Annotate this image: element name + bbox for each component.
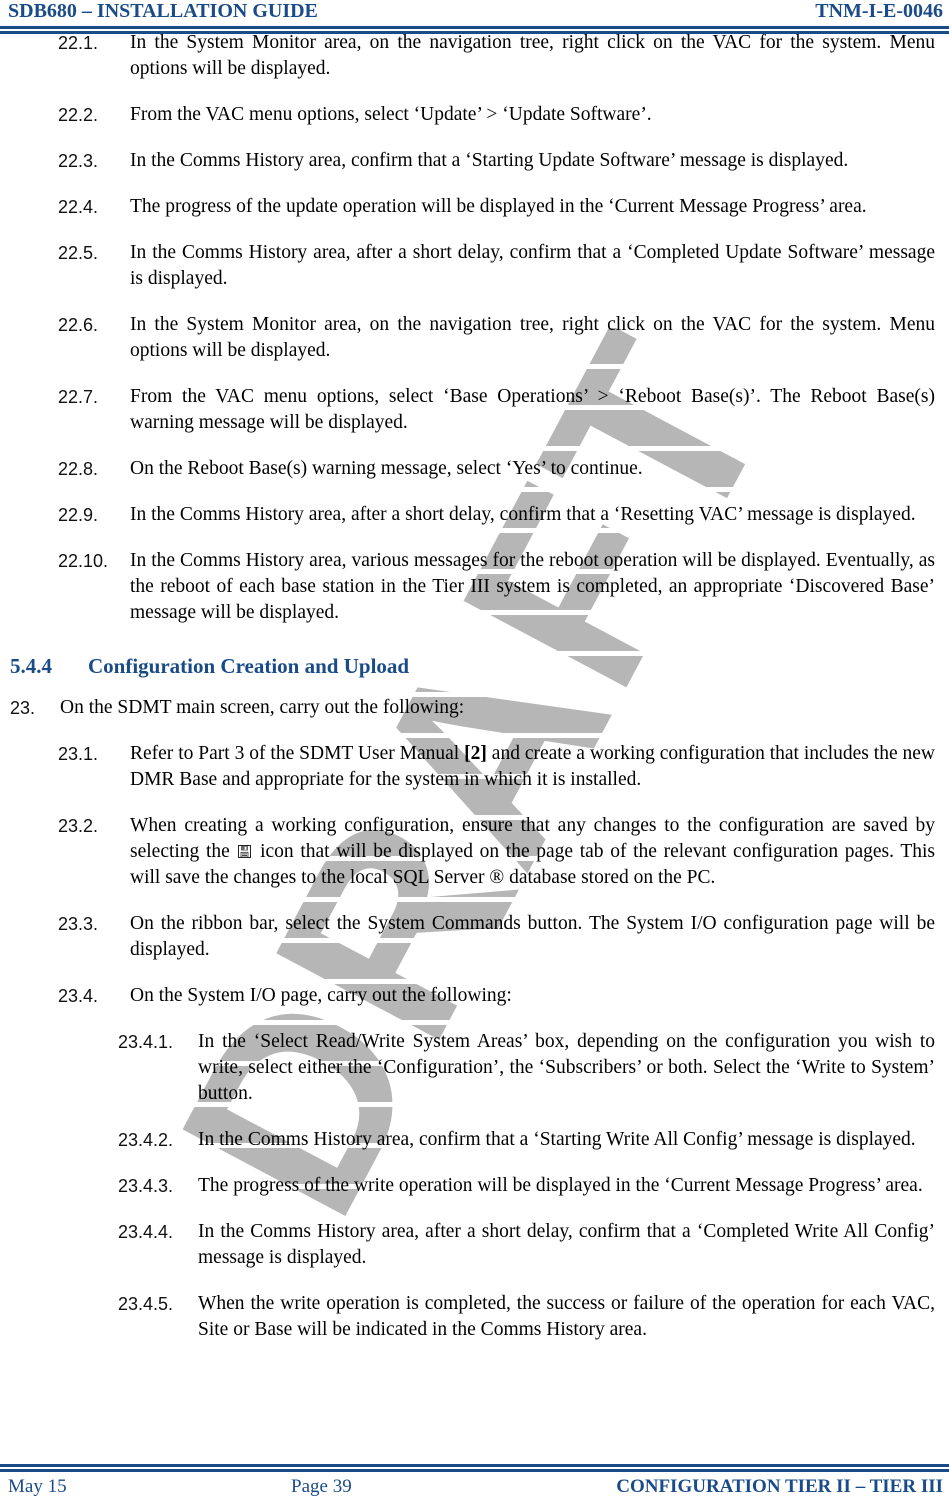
list-item-number: 23.4.3. — [118, 1176, 174, 1196]
header-row: SDB680 – INSTALLATION GUIDE TNM-I-E-0046 — [0, 0, 949, 24]
footer-rule — [0, 1464, 949, 1472]
list-item-text: From the VAC menu options, select ‘Updat… — [130, 104, 652, 125]
section-title: Configuration Creation and Upload — [88, 654, 410, 678]
save-icon — [238, 845, 252, 858]
list-item-number: 23. — [10, 698, 36, 718]
list-item: 22.10. In the Comms History area, variou… — [0, 548, 949, 626]
list-item-text: When creating a working configuration, e… — [130, 813, 935, 891]
header-document-number: TNM-I-E-0046 — [815, 0, 943, 22]
list-item: 22.9. In the Comms History area, after a… — [0, 502, 949, 528]
list-item: 22.4. The progress of the update operati… — [0, 194, 949, 220]
list-item: 22.6. In the System Monitor area, on the… — [0, 312, 949, 364]
list-item-number: 23.4.5. — [118, 1294, 174, 1314]
list-item: 23.4.3. The progress of the write operat… — [0, 1173, 949, 1199]
list-item-number: 22.7. — [58, 387, 99, 407]
page-header: SDB680 – INSTALLATION GUIDE TNM-I-E-0046 — [0, 0, 949, 34]
list-item: 23.4.1. In the ‘Select Read/Write System… — [0, 1029, 949, 1107]
list-item: 22.2. From the VAC menu options, select … — [0, 102, 949, 128]
section-heading: 5.4.4 Configuration Creation and Upload — [0, 654, 949, 679]
list-item-text: In the Comms History area, confirm that … — [198, 1129, 916, 1150]
list-item-text: From the VAC menu options, select ‘Base … — [130, 386, 935, 433]
list-item-text: Refer to Part 3 of the SDMT User Manual … — [130, 741, 935, 793]
list-item: 22.8. On the Reboot Base(s) warning mess… — [0, 456, 949, 482]
list-item-number: 23.4.2. — [118, 1130, 174, 1150]
list-item-number: 23.2. — [58, 816, 99, 836]
list-item-number: 22.8. — [58, 459, 99, 479]
list-item-text: On the SDMT main screen, carry out the f… — [60, 697, 465, 718]
list-item: 23.4. On the System I/O page, carry out … — [0, 983, 949, 1009]
list-item: 22.7. From the VAC menu options, select … — [0, 384, 949, 436]
list-item-number: 23.4. — [58, 986, 99, 1006]
list-item-number: 23.1. — [58, 744, 99, 764]
section-number: 5.4.4 — [10, 654, 52, 678]
list-item: 23.2. When creating a working configurat… — [0, 813, 949, 891]
list-item: 23.4.4. In the Comms History area, after… — [0, 1219, 949, 1271]
list-item-number: 22.10. — [58, 551, 109, 571]
list-item-number: 22.3. — [58, 151, 99, 171]
list-item-number: 22.4. — [58, 197, 99, 217]
list-item: 23. On the SDMT main screen, carry out t… — [0, 695, 949, 721]
list-item-text: On the Reboot Base(s) warning message, s… — [130, 458, 643, 479]
list-item-number: 22.5. — [58, 243, 99, 263]
footer-page-number: Page 39 — [291, 1476, 352, 1497]
list-item-text: In the Comms History area, after a short… — [130, 242, 935, 289]
list-item-number: 23.4.4. — [118, 1222, 174, 1242]
header-document-title: SDB680 – INSTALLATION GUIDE — [8, 0, 318, 22]
text-before: Refer to Part 3 of the SDMT User Manual — [130, 743, 465, 764]
list-item: 23.3. On the ribbon bar, select the Syst… — [0, 911, 949, 963]
header-rule — [0, 26, 949, 34]
list-item-text: In the Comms History area, confirm that … — [130, 150, 849, 171]
list-item: 23.4.5. When the write operation is comp… — [0, 1291, 949, 1343]
reference-marker: [2] — [464, 743, 487, 764]
list-item-text: On the System I/O page, carry out the fo… — [130, 985, 512, 1006]
list-item: 23.1. Refer to Part 3 of the SDMT User M… — [0, 741, 949, 793]
footer-section-label: CONFIGURATION TIER II – TIER III — [616, 1476, 943, 1497]
list-item: 22.1. In the System Monitor area, on the… — [0, 30, 949, 82]
list-item-text: In the System Monitor area, on the navig… — [130, 314, 935, 361]
list-item-text: In the ‘Select Read/Write System Areas’ … — [198, 1031, 935, 1104]
list-item-number: 22.9. — [58, 505, 99, 525]
document-page: DRAFT SDB680 – INSTALLATION GUIDE TNM-I-… — [0, 0, 949, 1510]
footer-row: May 15 Page 39 CONFIGURATION TIER II – T… — [0, 1472, 949, 1502]
list-item-text: In the Comms History area, various messa… — [130, 550, 935, 623]
list-item-text: In the System Monitor area, on the navig… — [130, 32, 935, 79]
list-item-text: On the ribbon bar, select the System Com… — [130, 913, 935, 960]
list-item-number: 23.3. — [58, 914, 99, 934]
list-item-text: When the write operation is completed, t… — [198, 1293, 935, 1340]
list-item: 22.3. In the Comms History area, confirm… — [0, 148, 949, 174]
list-item: 22.5. In the Comms History area, after a… — [0, 240, 949, 292]
footer-date: May 15 — [8, 1476, 67, 1497]
list-item-text: In the Comms History area, after a short… — [198, 1221, 935, 1268]
list-item-number: 22.2. — [58, 105, 99, 125]
list-item-text: In the Comms History area, after a short… — [130, 504, 916, 525]
document-body: 22.1. In the System Monitor area, on the… — [0, 30, 949, 1363]
list-item-number: 23.4.1. — [118, 1032, 174, 1052]
list-item-number: 22.6. — [58, 315, 99, 335]
list-item-text: The progress of the write operation will… — [198, 1175, 923, 1196]
list-item: 23.4.2. In the Comms History area, confi… — [0, 1127, 949, 1153]
list-item-text: The progress of the update operation wil… — [130, 196, 867, 217]
page-footer: May 15 Page 39 CONFIGURATION TIER II – T… — [0, 1462, 949, 1502]
